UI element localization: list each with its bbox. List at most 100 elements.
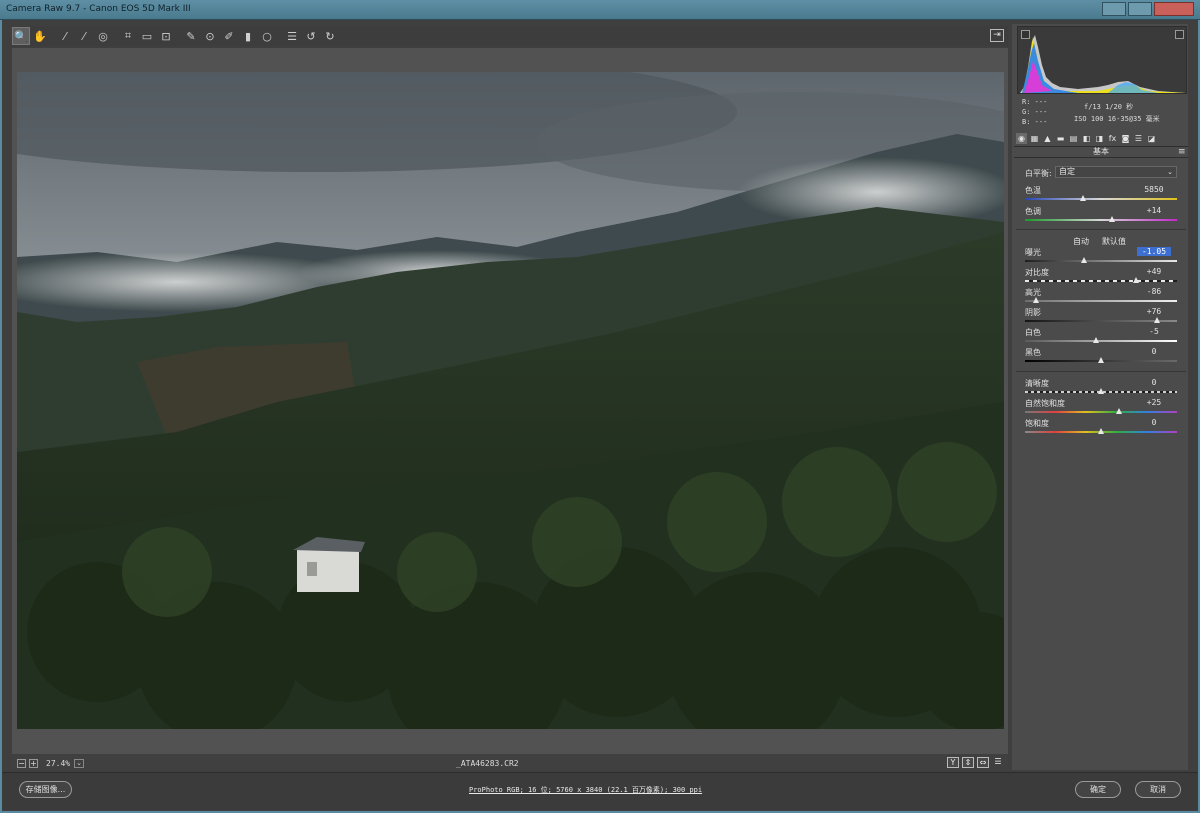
presets-tab-icon[interactable]: ☰ — [1133, 133, 1144, 144]
tint-value[interactable]: +14 — [1137, 206, 1171, 215]
clarity-value[interactable]: 0 — [1137, 378, 1171, 387]
vibrance-slider[interactable]: 自然饱和度 +25 — [1025, 398, 1177, 416]
exif-aperture-shutter: f/13 1/20 秒 — [1084, 103, 1134, 111]
cancel-button[interactable]: 取消 — [1135, 781, 1181, 798]
blacks-thumb[interactable] — [1098, 357, 1104, 363]
highlights-slider[interactable]: 高光 -86 — [1025, 287, 1177, 305]
hsl-tab-icon[interactable]: ▬ — [1055, 133, 1066, 144]
contrast-thumb[interactable] — [1132, 277, 1139, 283]
red-eye-tool-icon[interactable]: ⊙ — [201, 27, 219, 45]
contrast-track[interactable] — [1025, 280, 1177, 282]
highlights-value[interactable]: -86 — [1137, 287, 1171, 296]
minimize-button[interactable] — [1102, 2, 1126, 16]
highlights-thumb[interactable] — [1032, 297, 1039, 303]
contrast-value[interactable]: +49 — [1137, 267, 1171, 276]
vibrance-thumb[interactable] — [1116, 408, 1123, 414]
divider — [1016, 371, 1186, 372]
tint-slider[interactable]: 色调 +14 — [1025, 206, 1177, 224]
before-after-toggle-button[interactable]: Y — [947, 757, 959, 768]
exposure-value[interactable]: -1.05 — [1137, 247, 1171, 256]
saturation-thumb[interactable] — [1098, 428, 1104, 434]
graduated-filter-icon[interactable]: ▮ — [239, 27, 257, 45]
whites-thumb[interactable] — [1093, 337, 1100, 343]
panel-title: 基本 — [1014, 146, 1188, 158]
preferences-icon[interactable]: ☰ — [283, 27, 301, 45]
white-balance-tool-icon[interactable]: ⁄ — [56, 27, 74, 45]
preview-image[interactable] — [17, 72, 1004, 729]
vibrance-track[interactable] — [1025, 411, 1177, 413]
copy-settings-view-button[interactable]: ⇔ — [977, 757, 989, 768]
adjustment-brush-icon[interactable]: ✐ — [220, 27, 238, 45]
tone-curve-tab-icon[interactable]: ▦ — [1029, 133, 1040, 144]
split-toning-tab-icon[interactable]: ▤ — [1068, 133, 1079, 144]
close-button[interactable] — [1154, 2, 1194, 16]
highlights-track[interactable] — [1025, 300, 1177, 302]
exposure-thumb[interactable] — [1081, 257, 1088, 263]
zoom-dropdown[interactable]: ⌄ — [74, 759, 84, 768]
shadows-value[interactable]: +76 — [1137, 307, 1171, 316]
shadows-thumb[interactable] — [1154, 317, 1161, 323]
exposure-slider[interactable]: 曝光 -1.05 — [1025, 247, 1177, 265]
whites-track[interactable] — [1025, 340, 1177, 342]
shadows-label: 阴影 — [1025, 308, 1041, 317]
radial-filter-icon[interactable]: ○ — [258, 27, 276, 45]
detail-tab-icon[interactable]: ▲ — [1042, 133, 1053, 144]
temperature-slider[interactable]: 色温 5850 — [1025, 185, 1177, 203]
whites-value[interactable]: -5 — [1137, 327, 1171, 336]
blacks-slider[interactable]: 黑色 0 — [1025, 347, 1177, 365]
open-export-icon[interactable]: ⇥ — [990, 29, 1004, 42]
swap-view-button[interactable]: ⇕ — [962, 757, 974, 768]
zoom-in-button[interactable]: + — [29, 759, 38, 768]
panel-menu-icon[interactable]: ≡ — [1178, 147, 1186, 157]
temperature-track[interactable] — [1025, 198, 1177, 200]
default-button[interactable]: 默认值 — [1102, 236, 1126, 247]
workflow-options-link[interactable]: ProPhoto RGB; 16 位; 5760 x 3840 (22.1 百万… — [469, 785, 702, 795]
targeted-adjustment-tool-icon[interactable]: ◎ — [94, 27, 112, 45]
saturation-value[interactable]: 0 — [1137, 418, 1171, 427]
tint-track[interactable] — [1025, 219, 1177, 221]
blacks-value[interactable]: 0 — [1137, 347, 1171, 356]
lens-corrections-tab-icon[interactable]: ◧ — [1081, 133, 1092, 144]
highlight-clipping-warning-button[interactable] — [1175, 30, 1184, 39]
shadows-slider[interactable]: 阴影 +76 — [1025, 307, 1177, 325]
contrast-slider[interactable]: 对比度 +49 — [1025, 267, 1177, 285]
saturation-slider[interactable]: 饱和度 0 — [1025, 418, 1177, 436]
auto-button[interactable]: 自动 — [1073, 236, 1089, 247]
tint-thumb[interactable] — [1108, 216, 1115, 222]
save-image-button[interactable]: 存储图像... — [19, 781, 72, 798]
hand-tool-icon[interactable]: ✋ — [31, 27, 49, 45]
clarity-thumb[interactable] — [1098, 388, 1104, 394]
crop-tool-icon[interactable]: ⌗ — [119, 27, 137, 45]
clarity-slider[interactable]: 清晰度 0 — [1025, 378, 1177, 396]
straighten-tool-icon[interactable]: ▭ — [138, 27, 156, 45]
white-balance-select[interactable]: 自定 ⌄ — [1055, 166, 1177, 178]
zoom-out-button[interactable]: − — [17, 759, 26, 768]
panel-tab-bar: ◉ ▦ ▲ ▬ ▤ ◧ ◨ fx ◙ ☰ ◪ — [1014, 131, 1188, 145]
exposure-track[interactable] — [1025, 260, 1177, 262]
basic-tab-icon[interactable]: ◉ — [1016, 132, 1027, 144]
whites-slider[interactable]: 白色 -5 — [1025, 327, 1177, 345]
ok-button[interactable]: 确定 — [1075, 781, 1121, 798]
color-sampler-tool-icon[interactable]: ⁄ — [75, 27, 93, 45]
vibrance-value[interactable]: +25 — [1137, 398, 1171, 407]
divider — [1016, 229, 1186, 230]
effects-tab-icon[interactable]: fx — [1107, 133, 1118, 144]
snapshots-tab-icon[interactable]: ◪ — [1146, 133, 1157, 144]
white-balance-value: 自定 — [1059, 167, 1075, 176]
rotate-left-icon[interactable]: ↺ — [302, 27, 320, 45]
camera-calibration-tab-icon[interactable]: ◙ — [1120, 133, 1131, 144]
shadow-clipping-warning-button[interactable] — [1021, 30, 1030, 39]
zoom-tool-icon[interactable]: 🔍 — [12, 27, 30, 45]
transform-tool-icon[interactable]: ⊡ — [157, 27, 175, 45]
spot-removal-tool-icon[interactable]: ✎ — [182, 27, 200, 45]
transform-tab-icon[interactable]: ◨ — [1094, 133, 1105, 144]
temperature-thumb[interactable] — [1079, 195, 1086, 201]
rgb-readout-b: B: --- — [1022, 118, 1048, 126]
rotate-right-icon[interactable]: ↻ — [321, 27, 339, 45]
temperature-value[interactable]: 5850 — [1137, 185, 1171, 194]
maximize-button[interactable] — [1128, 2, 1152, 16]
contrast-label: 对比度 — [1025, 268, 1049, 277]
landscape-photo — [17, 72, 1004, 729]
rgb-readout-g: G: --- — [1022, 108, 1048, 116]
view-settings-icon[interactable]: ☰ — [992, 757, 1004, 768]
